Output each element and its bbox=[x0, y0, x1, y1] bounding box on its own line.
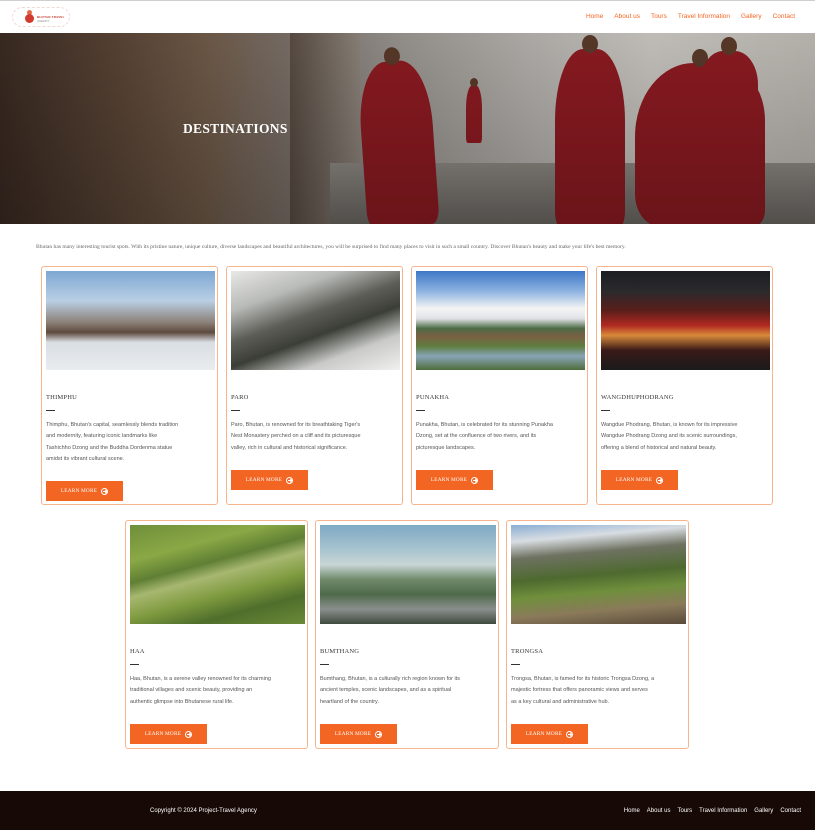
destination-description: Bumthang, Bhutan, is a culturally rich r… bbox=[320, 676, 461, 705]
nav-about-us[interactable]: About us bbox=[614, 13, 640, 20]
wangdhuphodrang-image bbox=[601, 271, 770, 370]
trongsa-image bbox=[511, 525, 686, 624]
title-rule bbox=[130, 664, 139, 665]
nav-tours[interactable]: Tours bbox=[651, 13, 667, 20]
bumthang-image bbox=[320, 525, 496, 624]
learn-more-button[interactable]: LEARN MORE bbox=[46, 481, 123, 501]
haa-image bbox=[130, 525, 305, 624]
arrow-circle-icon bbox=[101, 487, 109, 495]
destination-card-paro: PARO Paro, Bhutan, is renowned for its b… bbox=[226, 266, 403, 505]
footer-nav: Home About us Tours Travel Information G… bbox=[624, 808, 801, 814]
destination-description: Punakha, Bhutan, is celebrated for its s… bbox=[416, 422, 553, 451]
destination-description: Paro, Bhutan, is renowned for its breath… bbox=[231, 422, 361, 451]
arrow-circle-icon bbox=[286, 476, 294, 484]
nav-travel-information[interactable]: Travel Information bbox=[678, 13, 730, 20]
logo-mark bbox=[25, 14, 34, 23]
destination-card-trongsa: TRONGSA Trongsa, Bhutan, is famed for it… bbox=[506, 520, 689, 749]
learn-more-button[interactable]: LEARN MORE bbox=[416, 470, 493, 490]
footer-nav-home[interactable]: Home bbox=[624, 808, 640, 814]
paro-image bbox=[231, 271, 400, 370]
title-rule bbox=[231, 410, 240, 411]
nav-home[interactable]: Home bbox=[586, 13, 603, 20]
arrow-circle-icon bbox=[185, 730, 193, 738]
destination-name: HAA bbox=[130, 648, 145, 655]
thimphu-image bbox=[46, 271, 215, 370]
hero-overlay bbox=[0, 33, 815, 224]
destination-card-punakha: PUNAKHA Punakha, Bhutan, is celebrated f… bbox=[411, 266, 588, 505]
destination-name: PUNAKHA bbox=[416, 394, 450, 401]
learn-more-button[interactable]: LEARN MORE bbox=[130, 724, 207, 744]
destination-card-wangdhuphodrang: WANGDHUPHODRANG Wangdue Phodrang, Bhutan… bbox=[596, 266, 773, 505]
main-nav: Home About us Tours Travel Information G… bbox=[586, 13, 795, 20]
copyright-text: Copyright © 2024 Project-Travel Agency bbox=[150, 808, 257, 814]
footer-nav-tours[interactable]: Tours bbox=[677, 808, 692, 814]
arrow-circle-icon bbox=[471, 476, 479, 484]
learn-more-button[interactable]: LEARN MORE bbox=[320, 724, 397, 744]
destination-description: Thimphu, Bhutan's capital, seamlessly bl… bbox=[46, 422, 179, 463]
nav-gallery[interactable]: Gallery bbox=[741, 13, 762, 20]
destination-name: TRONGSA bbox=[511, 648, 544, 655]
learn-more-button[interactable]: LEARN MORE bbox=[511, 724, 588, 744]
page-title: DESTINATIONS bbox=[183, 121, 288, 136]
intro-text: Bhutan has many interesting tourist spot… bbox=[36, 244, 626, 250]
destination-description: Haa, Bhutan, is a serene valley renowned… bbox=[130, 676, 271, 705]
destination-name: WANGDHUPHODRANG bbox=[601, 394, 674, 401]
footer-nav-contact[interactable]: Contact bbox=[780, 808, 801, 814]
arrow-circle-icon bbox=[375, 730, 383, 738]
site-logo[interactable]: BHUTAN TRAVEL AGENCY bbox=[12, 7, 70, 27]
punakha-image bbox=[416, 271, 585, 370]
footer-nav-about-us[interactable]: About us bbox=[647, 808, 671, 814]
destination-description: Wangdue Phodrang, Bhutan, is known for i… bbox=[601, 422, 738, 451]
destination-name: PARO bbox=[231, 394, 249, 401]
title-rule bbox=[320, 664, 329, 665]
footer-nav-travel-information[interactable]: Travel Information bbox=[699, 808, 747, 814]
destination-card-thimphu: THIMPHU Thimphu, Bhutan's capital, seaml… bbox=[41, 266, 218, 505]
destination-description: Trongsa, Bhutan, is famed for its histor… bbox=[511, 676, 655, 705]
learn-more-button[interactable]: LEARN MORE bbox=[601, 470, 678, 490]
title-rule bbox=[416, 410, 425, 411]
footer-nav-gallery[interactable]: Gallery bbox=[754, 808, 773, 814]
site-footer: Copyright © 2024 Project-Travel Agency H… bbox=[0, 791, 815, 830]
title-rule bbox=[46, 410, 55, 411]
hero-banner: DESTINATIONS bbox=[0, 33, 815, 224]
destination-card-haa: HAA Haa, Bhutan, is a serene valley reno… bbox=[125, 520, 308, 749]
destination-name: THIMPHU bbox=[46, 394, 78, 401]
arrow-circle-icon bbox=[566, 730, 574, 738]
logo-text-line2: AGENCY bbox=[37, 19, 50, 23]
arrow-circle-icon bbox=[656, 476, 664, 484]
destination-card-bumthang: BUMTHANG Bumthang, Bhutan, is a cultural… bbox=[315, 520, 499, 749]
title-rule bbox=[511, 664, 520, 665]
nav-contact[interactable]: Contact bbox=[773, 13, 795, 20]
destination-name: BUMTHANG bbox=[320, 648, 360, 655]
title-rule bbox=[601, 410, 610, 411]
site-header: BHUTAN TRAVEL AGENCY Home About us Tours… bbox=[0, 0, 815, 33]
learn-more-button[interactable]: LEARN MORE bbox=[231, 470, 308, 490]
